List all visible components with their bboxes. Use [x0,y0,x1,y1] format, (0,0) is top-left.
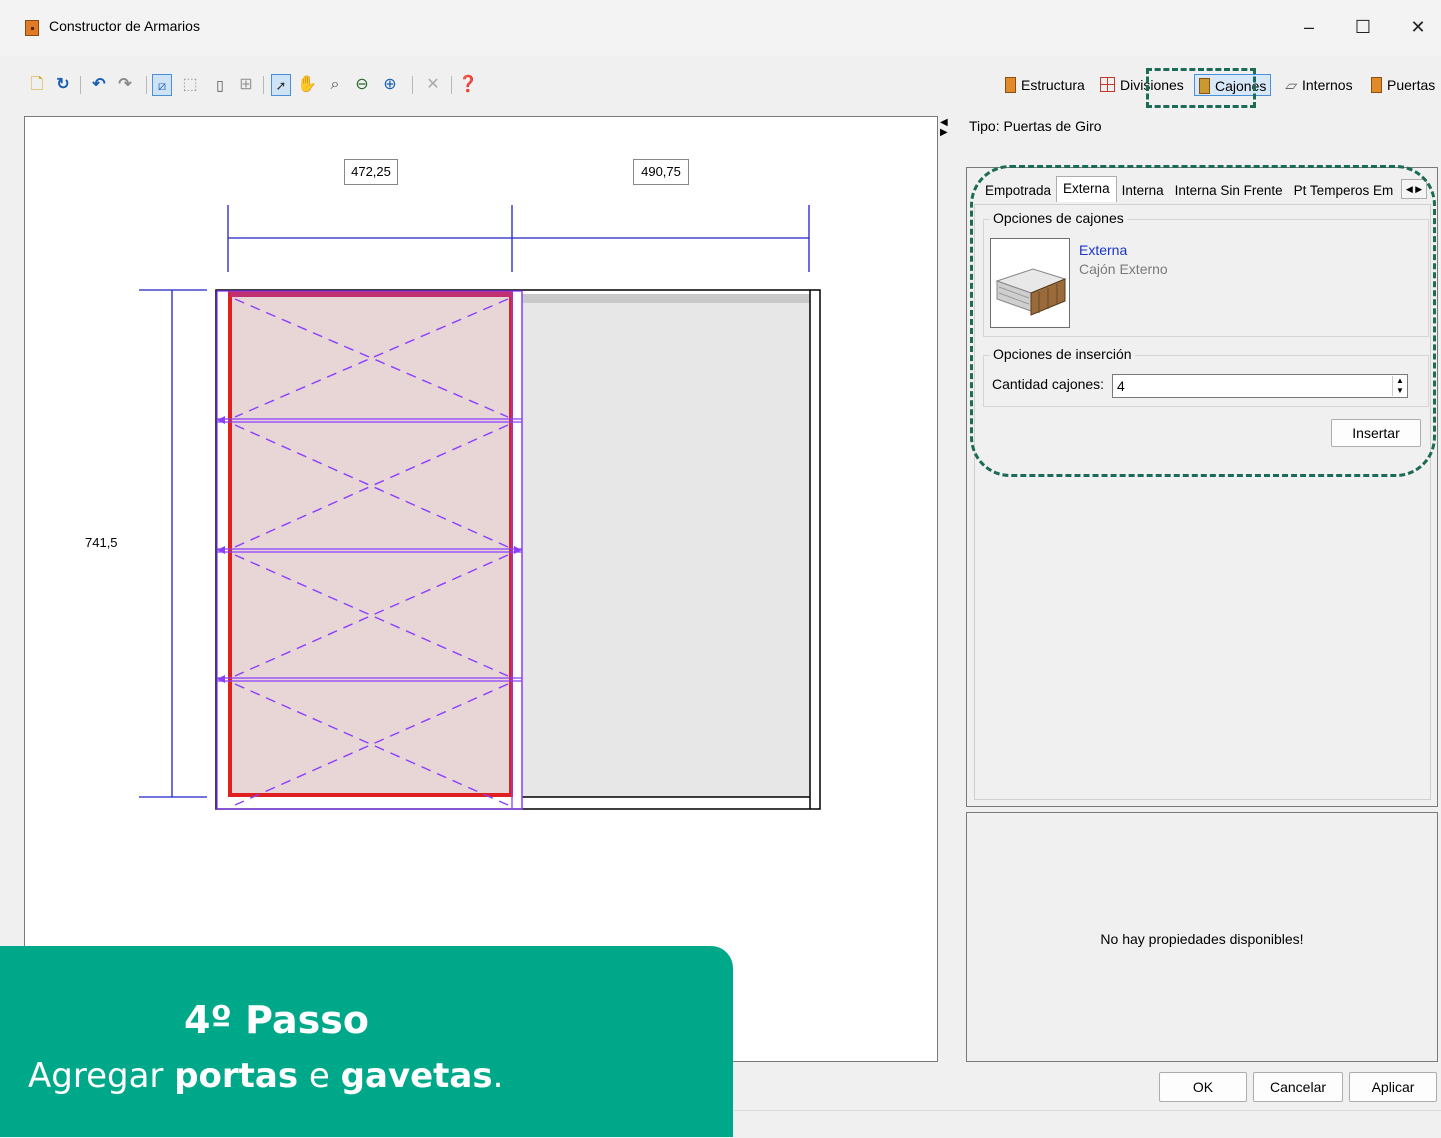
highlight-drawer-options [970,165,1436,477]
grid-red-icon [1100,77,1115,92]
dim-label-height: 741,5 [85,535,118,550]
tab-internos[interactable]: ▱ Internos [1285,74,1353,96]
zoom-out-icon[interactable]: ⊖ [352,74,372,96]
apply-button[interactable]: Aplicar [1349,1072,1437,1102]
properties-panel: No hay propiedades disponibles! [966,812,1438,1062]
zoom-in-icon[interactable]: ⊕ [380,74,400,96]
zoom-fit-icon[interactable]: ⌕ [325,74,345,96]
cancel-button[interactable]: Cancelar [1253,1072,1343,1102]
right-top-shelf [522,294,810,303]
maximize-button[interactable]: ☐ [1340,8,1386,46]
new-icon[interactable]: 🗋 [27,74,47,96]
title-bar [0,0,1441,56]
shelf-icon: ▱ [1285,77,1296,93]
undo-icon[interactable]: ↶ [89,74,109,96]
close-button[interactable]: ✕ [1395,8,1441,46]
grid-icon[interactable]: ⊞ [236,74,256,96]
type-label: Tipo: Puertas de Giro [969,118,1102,134]
callout-body: Agregar portas e gavetas. [28,1056,504,1096]
rect-select-icon[interactable]: ⬚ [180,74,200,96]
pointer-icon[interactable]: ➚ [271,74,291,96]
dim-label-right-width: 490,75 [633,159,689,185]
properties-empty-message: No hay propiedades disponibles! [1100,931,1304,947]
tab-estructura[interactable]: Estructura [1005,74,1085,96]
refresh-icon[interactable]: ↻ [53,74,73,96]
drawing-canvas[interactable]: 472,25 490,75 741,5 [24,116,938,1062]
help-icon[interactable]: ❓ [458,74,478,96]
wardrobe-drawing [139,205,821,810]
dim-label-left-width: 472,25 [344,159,398,185]
tab-puertas[interactable]: Puertas [1371,74,1435,96]
highlight-cajones [1146,68,1256,108]
redo-icon[interactable]: ↷ [115,74,135,96]
delete-icon[interactable]: ✕ [423,74,443,96]
ok-button[interactable]: OK [1159,1072,1247,1102]
right-compartment [522,294,810,797]
app-icon [25,20,39,36]
step-callout: 4º Passo Agregar portas e gavetas. [0,946,733,1137]
window-title: Constructor de Armarios [49,18,200,34]
collapse-panel-icon[interactable]: ◀ ▶ [940,118,952,138]
door-icon [1371,77,1382,93]
wood-panel-icon [1005,77,1016,93]
minimize-button[interactable]: – [1286,8,1332,46]
pan-icon[interactable]: ✋ [297,74,317,96]
select-region-icon[interactable]: ⧄ [152,74,172,96]
callout-title: 4º Passo [184,998,369,1042]
selected-compartment[interactable] [228,291,513,797]
panel-icon[interactable]: ▯ [210,74,230,96]
